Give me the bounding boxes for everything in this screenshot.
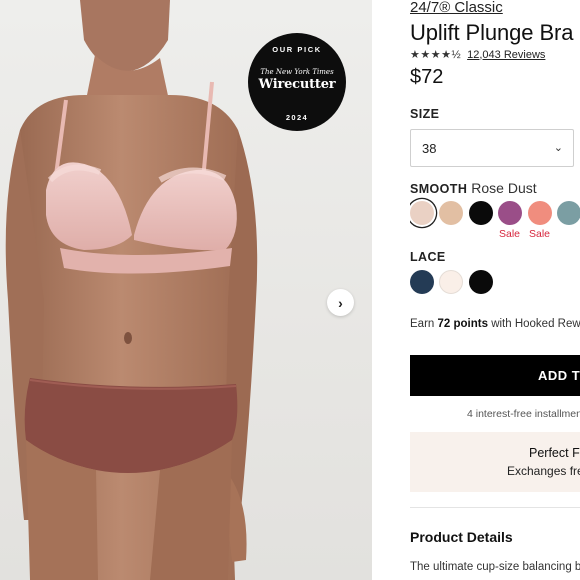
product-info-panel: 24/7® Classic Uplift Plunge Bra ★★★★½ 12… bbox=[410, 0, 580, 580]
badge-top-text: OUR PICK bbox=[272, 45, 322, 54]
swatch-black[interactable] bbox=[469, 201, 493, 225]
sale-badge: Sale bbox=[499, 228, 521, 240]
product-image: OUR PICK The New York Times Wirecutter 2… bbox=[0, 0, 372, 580]
size-value: 38 bbox=[422, 140, 437, 156]
collection-link[interactable]: 24/7® Classic bbox=[410, 0, 503, 16]
product-price: $72 bbox=[410, 66, 444, 88]
star-icon: ★★★★½ bbox=[410, 49, 462, 61]
reviews-link[interactable]: 12,043 Reviews bbox=[467, 49, 545, 61]
promo-banner: Perfect Fit Promise Exchanges free bbox=[410, 432, 580, 492]
size-label: SIZE bbox=[410, 107, 440, 121]
swatch-teal[interactable] bbox=[557, 201, 580, 225]
swatch-navy[interactable] bbox=[410, 270, 434, 294]
installments-text: 4 interest-free installments bbox=[467, 408, 580, 420]
rewards-points: 72 points bbox=[437, 318, 488, 330]
rewards-text: Earn 72 points with Hooked Rewards bbox=[410, 318, 580, 330]
swatch-ivory[interactable] bbox=[439, 270, 463, 294]
promo-subtitle: Exchanges free bbox=[507, 464, 580, 478]
selected-color-name: Rose Dust bbox=[471, 180, 537, 196]
rewards-suffix: with Hooked Rewards bbox=[491, 318, 580, 330]
smooth-label-text: SMOOTH bbox=[410, 182, 468, 196]
swatch-coral[interactable] bbox=[528, 201, 552, 225]
badge-year: 2024 bbox=[285, 113, 309, 122]
lace-label: LACE bbox=[410, 250, 446, 264]
chevron-down-icon: ⌄ bbox=[553, 142, 563, 154]
next-image-button[interactable]: › bbox=[327, 289, 354, 316]
rating-row: ★★★★½ 12,043 Reviews bbox=[410, 48, 545, 62]
product-details-text: The ultimate cup-size balancing bra bbox=[410, 561, 580, 573]
sale-badge: Sale bbox=[529, 228, 551, 240]
chevron-right-icon: › bbox=[338, 294, 343, 311]
swatch-sand[interactable] bbox=[439, 201, 463, 225]
wirecutter-badge: OUR PICK The New York Times Wirecutter 2… bbox=[248, 33, 346, 131]
product-details-heading[interactable]: Product Details bbox=[410, 529, 513, 545]
swatch-plum[interactable] bbox=[498, 201, 522, 225]
divider bbox=[410, 507, 580, 508]
badge-name: Wirecutter bbox=[258, 77, 336, 92]
swatch-black-lace[interactable] bbox=[469, 270, 493, 294]
add-to-bag-label: ADD TO BAG bbox=[538, 368, 580, 383]
size-select[interactable]: 38 ⌄ bbox=[410, 129, 574, 167]
add-to-bag-button[interactable]: ADD TO BAG bbox=[410, 355, 580, 396]
swatch-rose-dust[interactable] bbox=[410, 201, 434, 225]
product-title: Uplift Plunge Bra bbox=[410, 20, 574, 45]
badge-publisher: The New York Times bbox=[260, 68, 334, 76]
smooth-label: SMOOTH Rose Dust bbox=[410, 180, 537, 196]
rewards-prefix: Earn bbox=[410, 318, 435, 330]
promo-title: Perfect Fit Promise bbox=[529, 446, 580, 460]
